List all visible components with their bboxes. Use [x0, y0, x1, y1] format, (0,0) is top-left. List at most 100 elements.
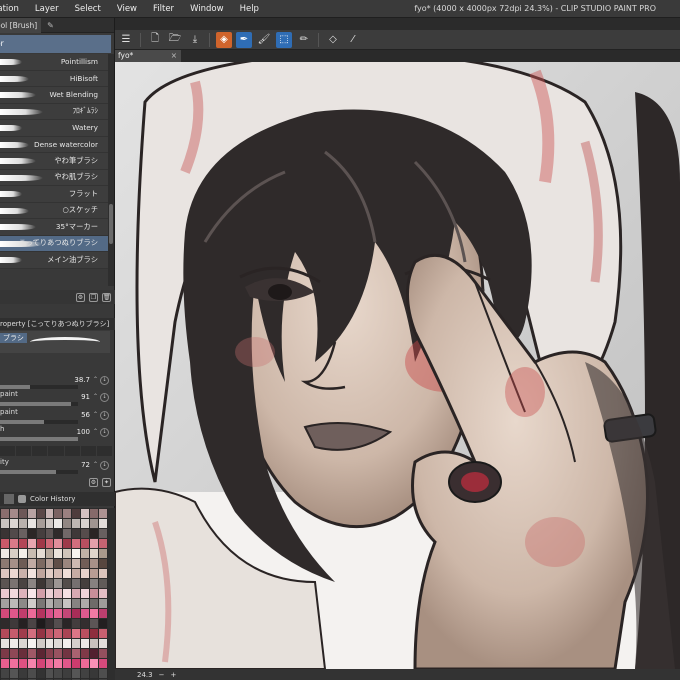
brush-list-item[interactable]: ﾌﾛｷﾞﾑﾗｼ	[0, 103, 108, 120]
color-swatch[interactable]	[90, 599, 99, 608]
color-swatch[interactable]	[18, 569, 27, 578]
color-swatch[interactable]	[1, 519, 9, 528]
color-swatch[interactable]	[1, 639, 9, 648]
color-swatch[interactable]	[90, 589, 99, 598]
color-swatch[interactable]	[18, 649, 27, 658]
color-swatch[interactable]	[36, 519, 45, 528]
color-swatch[interactable]	[36, 539, 45, 548]
color-swatch[interactable]	[72, 589, 81, 598]
color-swatch[interactable]	[63, 629, 72, 638]
color-swatch[interactable]	[81, 529, 90, 538]
color-swatch[interactable]	[27, 659, 36, 668]
color-swatch[interactable]	[72, 609, 81, 618]
transform-icon[interactable]: ⬚	[276, 31, 292, 48]
color-swatch[interactable]	[1, 529, 9, 538]
color-swatch[interactable]	[36, 639, 45, 648]
color-swatch[interactable]	[27, 599, 36, 608]
color-swatch[interactable]	[9, 629, 18, 638]
color-swatch[interactable]	[45, 539, 54, 548]
property-value[interactable]: 91	[81, 393, 90, 401]
color-swatch[interactable]	[81, 609, 90, 618]
color-swatch[interactable]	[9, 569, 18, 578]
color-swatch[interactable]	[72, 539, 81, 548]
color-swatch[interactable]	[72, 569, 81, 578]
menu-window[interactable]: Window	[182, 4, 232, 14]
canvas[interactable]	[115, 62, 680, 669]
property-row[interactable]: ity 72 ⌃ ↓	[0, 458, 112, 476]
color-swatch[interactable]	[45, 529, 54, 538]
color-swatch[interactable]	[27, 579, 36, 588]
color-swatch[interactable]	[90, 509, 99, 518]
color-swatch[interactable]	[63, 619, 72, 628]
color-swatch[interactable]	[1, 589, 9, 598]
color-swatch[interactable]	[36, 619, 45, 628]
settings-icon[interactable]: ⚙	[76, 292, 85, 302]
open-icon[interactable]: 🗁	[167, 32, 183, 48]
property-row[interactable]: 38.7 ⌃ ↓	[0, 373, 112, 391]
color-swatch[interactable]	[36, 649, 45, 658]
color-swatch[interactable]	[81, 649, 90, 658]
color-swatch[interactable]	[72, 669, 81, 678]
color-swatch[interactable]	[18, 609, 27, 618]
color-swatch[interactable]	[9, 599, 18, 608]
eyedropper-icon[interactable]: ⁄	[345, 32, 361, 48]
menu-layer[interactable]: Layer	[27, 4, 67, 14]
color-swatch[interactable]	[81, 549, 90, 558]
color-swatch[interactable]	[72, 639, 81, 648]
color-swatch[interactable]	[36, 549, 45, 558]
color-swatch[interactable]	[54, 589, 63, 598]
color-swatch[interactable]	[18, 539, 27, 548]
color-swatch[interactable]	[54, 669, 63, 678]
color-swatch[interactable]	[9, 669, 18, 678]
color-swatch[interactable]	[54, 579, 63, 588]
color-swatch[interactable]	[99, 659, 107, 668]
color-swatch[interactable]	[27, 539, 36, 548]
color-swatch[interactable]	[45, 599, 54, 608]
scroll-thumb[interactable]	[109, 204, 113, 244]
color-swatch[interactable]	[27, 569, 36, 578]
color-swatch[interactable]	[72, 579, 81, 588]
color-swatch[interactable]	[45, 549, 54, 558]
color-swatch[interactable]	[99, 619, 107, 628]
color-swatch[interactable]	[63, 649, 72, 658]
property-value[interactable]: 100	[77, 428, 90, 436]
color-swatch[interactable]	[90, 629, 99, 638]
color-swatch[interactable]	[99, 579, 107, 588]
property-slider[interactable]	[0, 437, 78, 441]
spinner-icon[interactable]: ⌃	[93, 393, 98, 400]
menu-select[interactable]: Select	[67, 4, 109, 14]
property-row[interactable]: paint 91 ⌃ ↓	[0, 390, 112, 408]
color-swatch[interactable]	[9, 529, 18, 538]
sub-tool-group-header[interactable]: or	[0, 35, 111, 53]
copy-icon[interactable]: ❐	[89, 292, 98, 302]
color-swatch[interactable]	[63, 609, 72, 618]
brush-list-item[interactable]: フラット	[0, 186, 108, 203]
color-swatch[interactable]	[54, 569, 63, 578]
color-swatch[interactable]	[72, 509, 81, 518]
zoom-value[interactable]: 24.3	[137, 671, 153, 679]
color-swatch[interactable]	[72, 519, 81, 528]
color-swatch[interactable]	[36, 669, 45, 678]
color-swatch[interactable]	[90, 619, 99, 628]
color-swatch[interactable]	[45, 619, 54, 628]
brush-list-item[interactable]: HiBisoft	[0, 70, 108, 87]
color-swatch[interactable]	[1, 569, 9, 578]
document-tab[interactable]: fyo* ×	[115, 50, 181, 62]
pressure-icon[interactable]: ↓	[100, 393, 109, 402]
color-history-tab[interactable]: Color History	[30, 495, 75, 503]
color-swatch[interactable]	[72, 529, 81, 538]
color-swatch[interactable]	[81, 629, 90, 638]
color-swatch[interactable]	[81, 569, 90, 578]
color-swatch[interactable]	[45, 669, 54, 678]
color-swatch[interactable]	[54, 659, 63, 668]
brush-list-scrollbar[interactable]	[108, 54, 114, 286]
color-swatch[interactable]	[9, 579, 18, 588]
property-row[interactable]: paint 56 ⌃ ↓	[0, 408, 112, 426]
pen-icon[interactable]: ✎	[47, 21, 54, 30]
spinner-icon[interactable]: ⌃	[93, 376, 98, 383]
color-swatch[interactable]	[45, 519, 54, 528]
color-swatch[interactable]	[54, 539, 63, 548]
color-swatch[interactable]	[99, 649, 107, 658]
color-swatch[interactable]	[99, 559, 107, 568]
color-swatch[interactable]	[99, 569, 107, 578]
